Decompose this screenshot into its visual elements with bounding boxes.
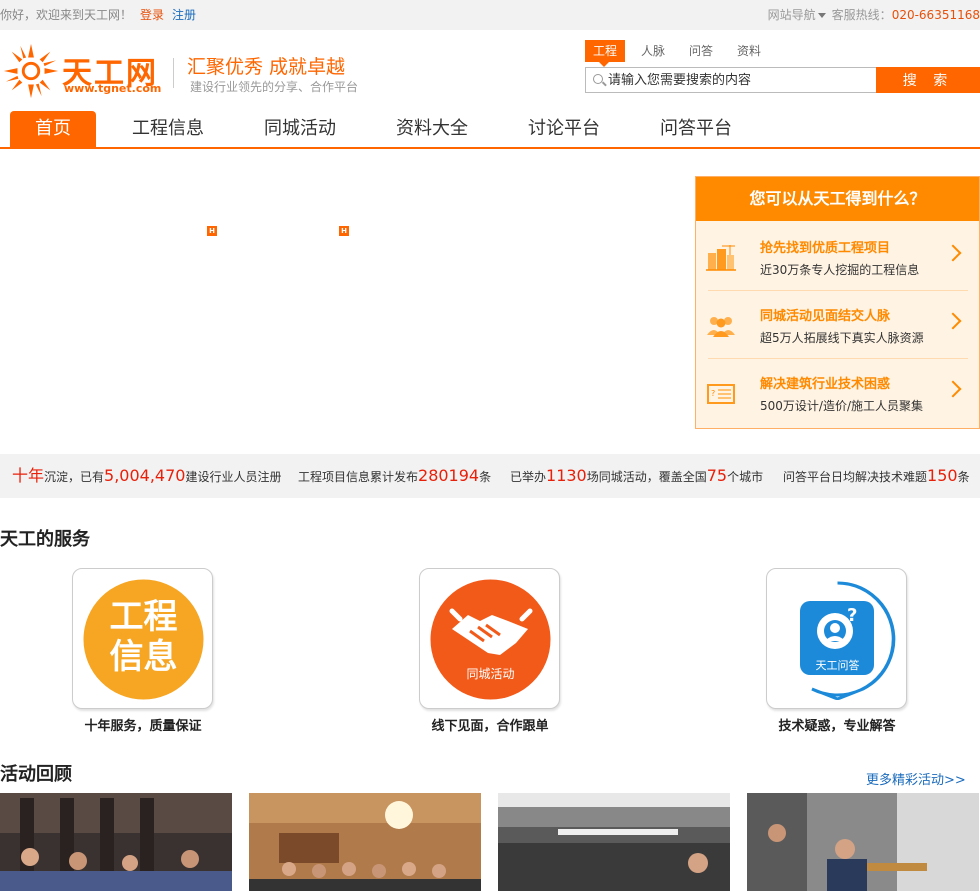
activity-photo[interactable] [747,793,979,891]
top-bar: 你好，欢迎来到天工网！ 登录 注册 网站导航 客服热线：020-66351168 [0,0,980,30]
stat-text: 条 [479,470,492,484]
login-link[interactable]: 登录 [140,8,164,22]
stat-text: 场同城活动，覆盖全国 [586,470,707,484]
register-link[interactable]: 注册 [172,8,196,22]
top-right-area: 网站导航 客服热线：020-66351168 [768,0,980,30]
stat-text: 问答平台日均解决技术难题 [783,470,928,484]
gain-item-desc: 500万设计/造价/施工人员聚集 [760,399,923,413]
search-input[interactable] [608,71,868,89]
qa-bubble-icon: ? [800,581,896,700]
stat-events: 已举办1130场同城活动，覆盖全国75个城市 [510,454,763,499]
gain-item-projects[interactable]: 抢先找到优质工程项目 近30万条专人挖掘的工程信息 [696,223,979,291]
slogan: 汇聚优秀 成就卓越 [187,56,346,78]
stat-number: 75 [706,466,728,485]
gain-item-desc: 超5万人拓展线下真实人脉资源 [760,331,924,345]
nav-item-project-info[interactable]: 工程信息 [122,111,214,147]
welcome-text: 你好，欢迎来到天工网！ [0,8,133,22]
activity-photo[interactable] [0,793,232,891]
stats-bar: 十年沉淀，已有5,004,470建设行业人员注册 工程项目信息累计发布28019… [0,454,980,498]
stat-text: 个城市 [727,470,764,484]
sub-slogan: 建设行业领先的分享、合作平台 [190,80,359,94]
hotline-number: 020-66351168 [891,8,980,22]
stat-text: 条 [957,470,970,484]
service-card-local-events[interactable]: 同城活动 [419,568,560,709]
gain-item-head: 同城活动见面结交人脉 [760,309,891,324]
qa-icon-text: 天工问答 [815,659,860,672]
activities-title: 活动回顾 [0,764,72,785]
gain-item-desc: 近30万条专人挖掘的工程信息 [760,263,920,277]
handshake-icon-text: 同城活动 [466,667,515,681]
service-caption: 技术疑惑，专业解答 [778,719,896,734]
gain-panel: 您可以从天工得到什么？ 抢先找到优质工程项目 近30万条专人挖掘的工程信息 同城… [695,176,980,429]
site-nav-label: 网站导航 [767,8,816,22]
stat-registered-users: 十年沉淀，已有5,004,470建设行业人员注册 [12,454,281,499]
welcome-area: 你好，欢迎来到天工网！ 登录 注册 [0,0,196,30]
stat-number: 150 [927,466,958,485]
nav-label: 资料大全 [396,118,468,139]
gain-item-tech[interactable]: ? 解决建筑行业技术困惑 500万设计/造价/施工人员聚集 [696,359,979,427]
activity-photo[interactable] [249,793,481,891]
stat-text: 沉淀，已有 [44,470,105,484]
search-button[interactable]: 搜 索 [876,67,980,93]
search-tab-qa[interactable]: 问答 [683,40,719,62]
gain-item-events[interactable]: 同城活动见面结交人脉 超5万人拓展线下真实人脉资源 [696,291,979,359]
svg-text:?: ? [847,605,857,626]
stat-number: 5,004,470 [104,466,186,485]
gain-item-head: 解决建筑行业技术困惑 [760,377,891,392]
chevron-down-icon [817,13,826,18]
building-icon [706,245,736,271]
service-caption: 线下见面，合作跟单 [431,719,549,734]
search-tab-docs[interactable]: 资料 [731,40,767,62]
gain-panel-title: 您可以从天工得到什么？ [696,177,979,221]
hotline-label: 客服热线： [831,8,892,22]
services-title: 天工的服务 [0,529,90,550]
chevron-right-icon [944,244,962,262]
stat-text: 工程项目信息累计发布 [298,470,419,484]
nav-label: 首页 [35,118,71,139]
stat-number: 1130 [546,466,587,485]
people-icon [707,317,735,337]
nav-item-forum[interactable]: 讨论平台 [518,111,610,147]
stat-number: 280194 [418,466,480,485]
activity-photo[interactable] [498,793,730,891]
stat-projects: 工程项目信息累计发布280194条 [298,454,491,499]
site-nav-dropdown[interactable]: 网站导航 [768,8,832,22]
nav-item-local-events[interactable]: 同城活动 [254,111,346,147]
nav-label: 讨论平台 [528,118,600,139]
nav-label: 问答平台 [660,118,732,139]
chevron-right-icon [944,312,962,330]
icon-text-line: 工程 [109,597,178,637]
nav-item-qa[interactable]: 问答平台 [650,111,742,147]
nav-label: 工程信息 [132,118,204,139]
hot-badge: H [339,226,349,236]
gain-item-head: 抢先找到优质工程项目 [760,241,891,256]
logo-url: www.tgnet.com [64,82,162,95]
more-activities-link[interactable]: 更多精彩活动>> [866,769,966,788]
document-question-icon: ? [707,384,735,404]
stat-text: 建设行业人员注册 [185,470,282,484]
header-divider [173,58,174,88]
service-caption: 十年服务，质量保证 [84,719,202,734]
search-icon [593,74,603,84]
stat-emphasis: 十年 [12,466,45,485]
svg-text:?: ? [711,389,715,398]
nav-label: 同城活动 [264,118,336,139]
search-tab-contacts[interactable]: 人脉 [635,40,671,62]
main-nav: 首页 工程信息 H 同城活动 H 资料大全 讨论平台 问答平台 N [0,111,980,236]
hot-badge: H [207,226,217,236]
search-box [585,67,877,93]
stat-text: 已举办 [510,470,547,484]
nav-item-resources[interactable]: 资料大全 [386,111,478,147]
sun-logo-icon[interactable] [2,42,60,100]
icon-text-line: 信息 [109,637,178,677]
stat-qa: 问答平台日均解决技术难题150条 [783,454,970,499]
search-tab-project[interactable]: 工程 [585,40,625,67]
service-card-qa[interactable]: ? 天工问答 [766,568,907,709]
nav-item-home[interactable]: 首页 [10,111,96,147]
chevron-right-icon [944,380,962,398]
project-info-icon-text: 工程 信息 [83,597,204,677]
service-card-project-info[interactable]: 工程 信息 [72,568,213,709]
